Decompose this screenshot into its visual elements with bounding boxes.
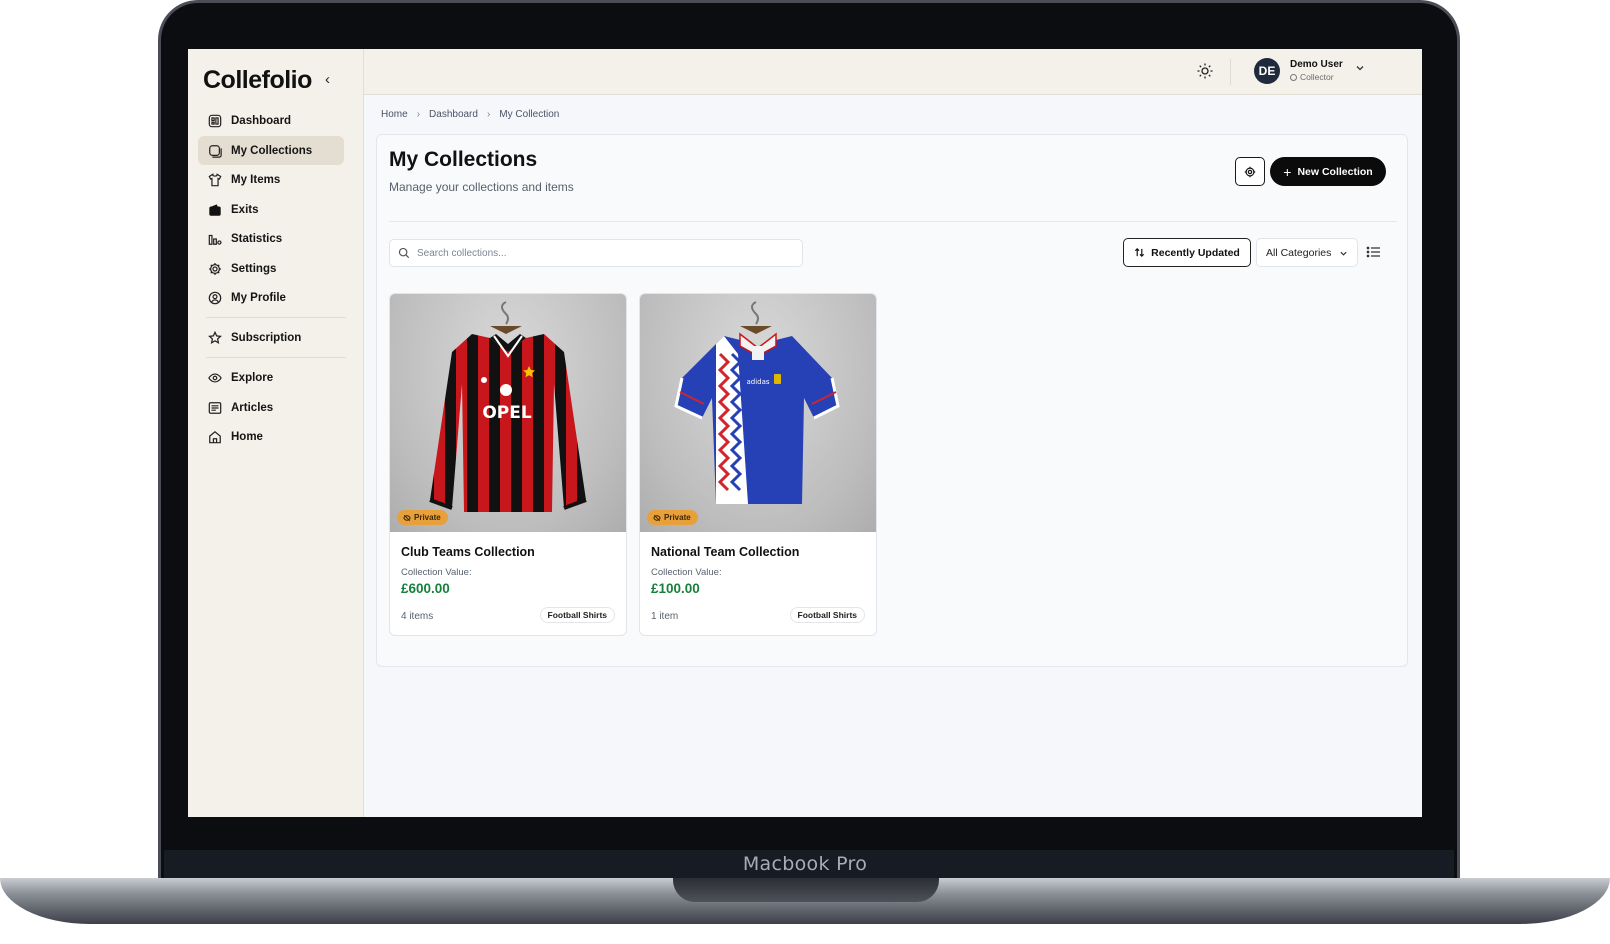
dashboard-icon: [208, 114, 222, 127]
shirt-icon: [208, 172, 222, 186]
sun-icon[interactable]: [1196, 62, 1214, 80]
wallet-icon: [209, 203, 221, 216]
chevron-down-icon[interactable]: [1355, 63, 1365, 73]
privacy-badge: Private: [647, 510, 698, 525]
plus-icon: +: [1283, 163, 1292, 180]
user-circle-icon: [208, 291, 222, 304]
france-shirt-image: adidas: [674, 301, 840, 504]
eye-off-icon: [403, 514, 411, 521]
ac-milan-shirt-image: OPEL: [429, 301, 587, 512]
sponsor-text: OPEL: [482, 403, 532, 423]
sidebar-item-label: Subscription: [231, 331, 302, 344]
bar-chart-icon: [208, 234, 222, 245]
new-collection-label: New Collection: [1297, 165, 1373, 178]
page-subtitle: Manage your collections and items: [389, 180, 574, 194]
breadcrumb-home[interactable]: Home: [381, 109, 408, 120]
sidebar-item-home[interactable]: Home: [198, 422, 344, 451]
sidebar-item-label: Explore: [231, 371, 274, 384]
home-icon: [209, 430, 221, 443]
collection-image[interactable]: OPEL: [390, 294, 626, 532]
sidebar-item-my-profile[interactable]: My Profile: [198, 283, 344, 312]
privacy-badge-label: Private: [414, 513, 441, 522]
newspaper-icon: [208, 401, 222, 414]
gear-icon: [1244, 166, 1256, 177]
privacy-badge: Private: [397, 510, 448, 525]
sidebar-item-label: Articles: [231, 401, 274, 414]
sidebar-item-exits[interactable]: Exits: [198, 195, 344, 224]
search-box[interactable]: [389, 239, 803, 267]
collection-card[interactable]: OPEL Private Club Teams Collection Colle…: [389, 293, 627, 636]
sidebar-item-label: Exits: [231, 203, 259, 216]
sidebar: Collefolio ‹ Dashboard My Collections My…: [188, 49, 364, 817]
sidebar-item-dashboard[interactable]: Dashboard: [198, 106, 344, 135]
gear-icon: [209, 262, 221, 275]
category-label: All Categories: [1266, 246, 1332, 259]
user-role-label: Collector: [1300, 72, 1334, 82]
sidebar-item-label: Settings: [231, 262, 277, 275]
device-label: Macbook Pro: [742, 853, 868, 875]
category-tag: Football Shirts: [789, 607, 865, 623]
collection-item-count: 4 items: [401, 611, 434, 622]
search-input[interactable]: [417, 247, 777, 259]
sidebar-item-subscription[interactable]: Subscription: [198, 323, 344, 352]
sidebar-item-statistics[interactable]: Statistics: [198, 224, 344, 253]
role-indicator-icon: [1290, 73, 1297, 81]
collapse-sidebar-icon[interactable]: ‹: [325, 71, 330, 88]
app-logo[interactable]: Collefolio: [203, 66, 312, 95]
sidebar-item-label: Statistics: [231, 232, 283, 245]
sidebar-item-explore[interactable]: Explore: [198, 363, 344, 392]
app-screen: Collefolio ‹ Dashboard My Collections My…: [188, 49, 1422, 817]
sidebar-item-label: Dashboard: [231, 114, 292, 127]
user-role: Collector: [1290, 72, 1334, 82]
sidebar-item-my-items[interactable]: My Items: [198, 165, 344, 194]
topbar-divider: [1230, 59, 1231, 85]
collection-value-label: Collection Value:: [401, 567, 472, 578]
sidebar-item-label: Home: [231, 430, 263, 443]
sidebar-divider: [206, 357, 346, 358]
chevron-down-icon: [1340, 251, 1347, 256]
collections-icon: [209, 144, 222, 158]
page-title: My Collections: [389, 148, 538, 171]
collection-value: £600.00: [401, 581, 450, 596]
privacy-badge-label: Private: [664, 513, 691, 522]
collections-panel: My Collections Manage your collections a…: [376, 134, 1408, 667]
breadcrumb-separator-icon: ›: [416, 109, 421, 120]
top-bar: DE Demo User Collector: [364, 49, 1422, 95]
collection-image[interactable]: adidas: [640, 294, 876, 532]
eye-off-icon: [653, 514, 661, 521]
breadcrumb-separator-icon: ›: [486, 109, 491, 120]
user-name[interactable]: Demo User: [1290, 59, 1343, 70]
sponsor-text: adidas: [746, 378, 769, 386]
sidebar-item-settings[interactable]: Settings: [198, 254, 344, 283]
eye-icon: [208, 372, 222, 383]
avatar[interactable]: DE: [1254, 58, 1280, 84]
category-select[interactable]: All Categories: [1256, 238, 1358, 267]
collection-title[interactable]: National Team Collection: [651, 545, 799, 559]
star-icon: [208, 330, 222, 344]
settings-button[interactable]: [1235, 157, 1265, 186]
breadcrumb-dashboard[interactable]: Dashboard: [429, 109, 478, 120]
new-collection-button[interactable]: + New Collection: [1270, 157, 1386, 186]
breadcrumb-current: My Collection: [499, 109, 560, 120]
panel-divider: [389, 221, 1397, 222]
category-tag: Football Shirts: [539, 607, 615, 623]
sidebar-item-my-collections[interactable]: My Collections: [198, 136, 344, 165]
breadcrumb: Home › Dashboard › My Collection: [381, 109, 559, 120]
collection-title[interactable]: Club Teams Collection: [401, 545, 535, 559]
collection-item-count: 1 item: [651, 611, 679, 622]
sort-button[interactable]: Recently Updated: [1123, 238, 1251, 267]
collection-value-label: Collection Value:: [651, 567, 722, 578]
sidebar-item-articles[interactable]: Articles: [198, 393, 344, 422]
search-icon: [398, 247, 410, 259]
sort-label: Recently Updated: [1151, 246, 1240, 259]
sort-arrows-icon: [1135, 247, 1145, 258]
collection-card[interactable]: adidas Private National Team Collection …: [639, 293, 877, 636]
collection-value: £100.00: [651, 581, 700, 596]
sidebar-item-label: My Profile: [231, 291, 286, 304]
sidebar-divider: [206, 317, 346, 318]
sidebar-item-label: My Collections: [231, 144, 313, 157]
list-view-icon[interactable]: [1365, 243, 1383, 261]
sidebar-item-label: My Items: [231, 173, 281, 186]
laptop-notch: [673, 878, 939, 902]
